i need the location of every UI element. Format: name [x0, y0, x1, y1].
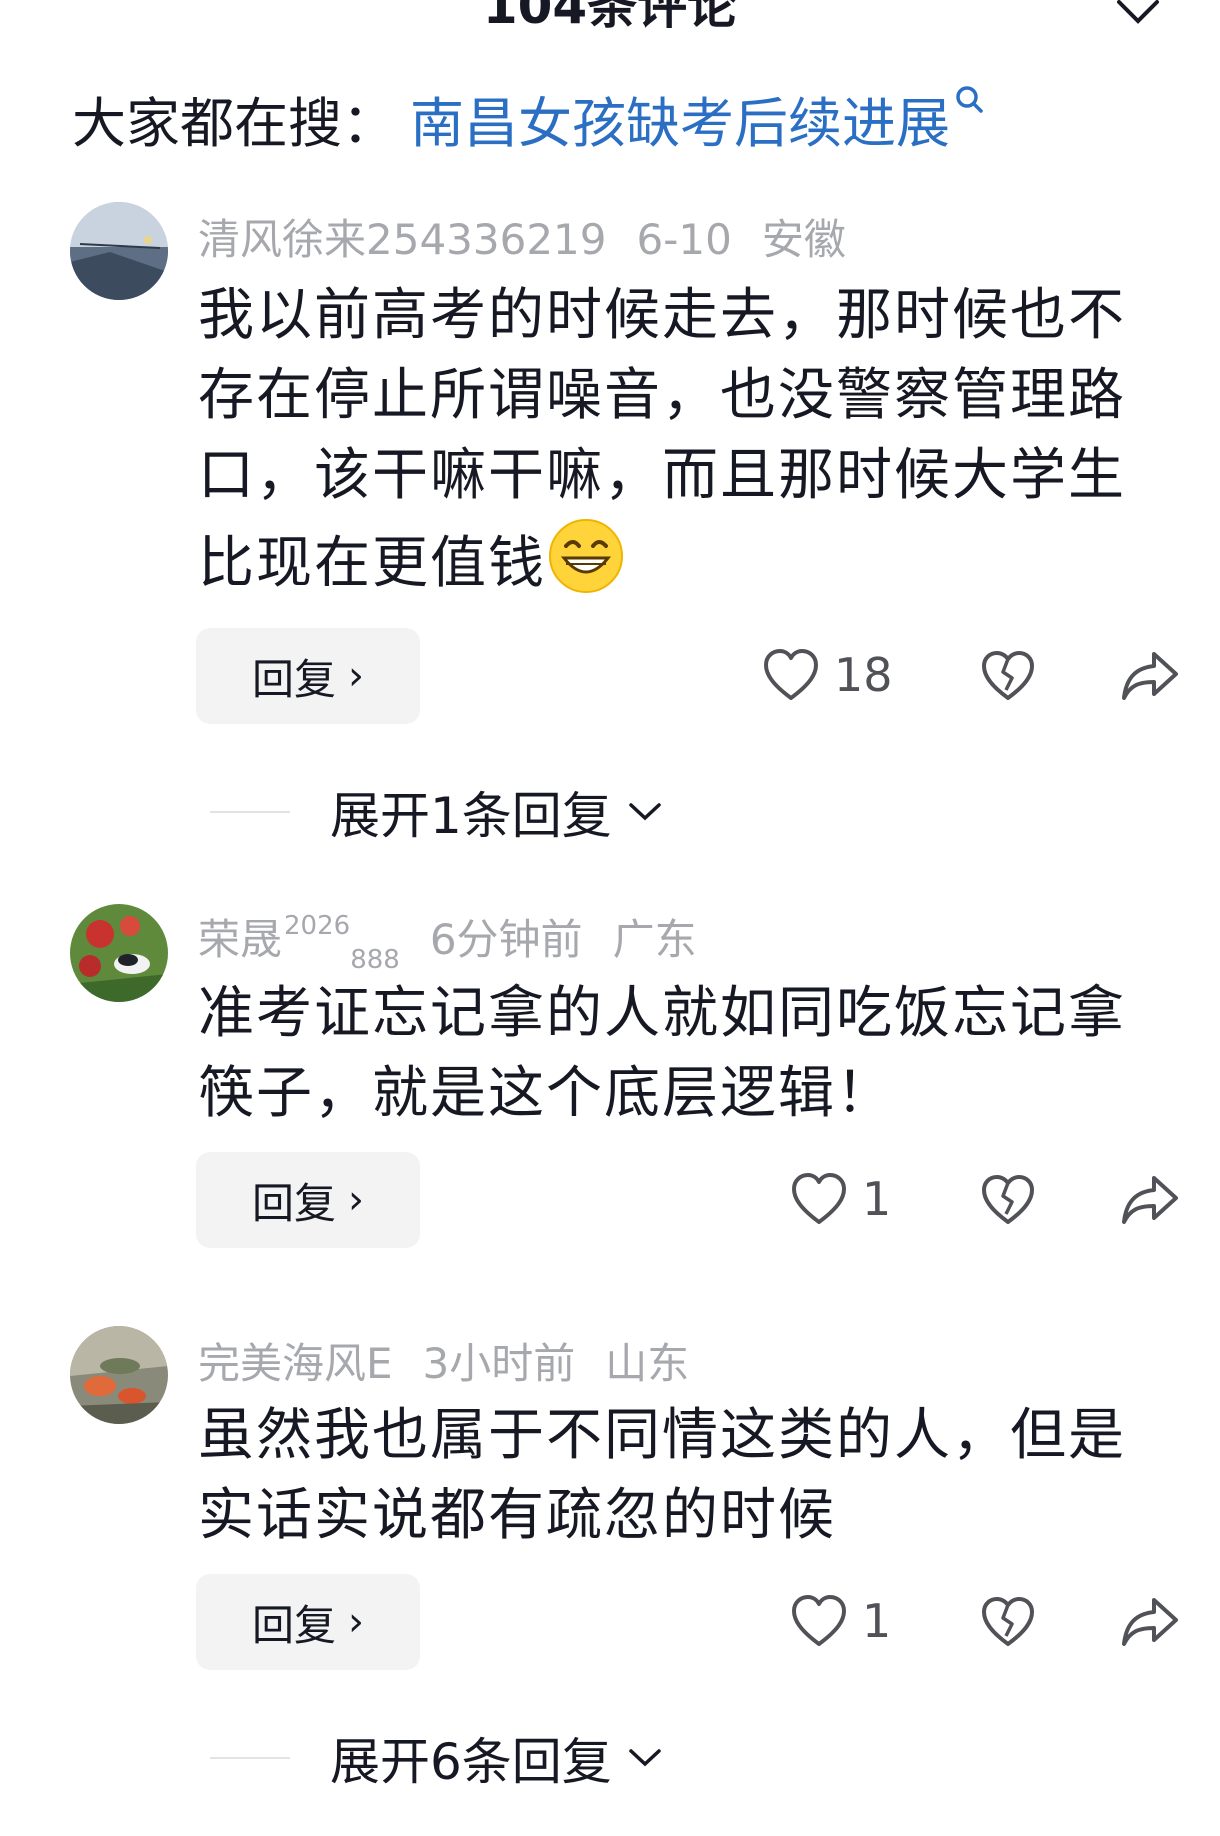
share-button[interactable] — [1120, 1172, 1180, 1232]
expand-replies-button[interactable]: 展开6条回复 — [210, 1722, 662, 1794]
username[interactable]: 清风徐来254336219 — [198, 206, 607, 267]
comment-location: 山东 — [605, 1339, 690, 1388]
dislike-button[interactable] — [980, 648, 1036, 708]
heart-outline-icon — [764, 649, 818, 700]
comment-text: 我以前高考的时候走去，那时候也不存在停止所谓噪音，也没警察管理路口，该干嘛干嘛，… — [198, 276, 1148, 604]
share-arrow-icon — [1122, 1598, 1178, 1646]
comment-location: 广东 — [612, 915, 697, 964]
comment-text: 虽然我也属于不同情这类的人，但是实话实说都有疏忽的时候 — [198, 1403, 1126, 1548]
comment-location: 安徽 — [761, 215, 846, 264]
comment-time: 3小时前 — [422, 1339, 576, 1388]
chevron-down-icon — [629, 1749, 661, 1767]
like-button[interactable]: 1 — [790, 1592, 891, 1650]
comment-meta: 清风徐来254336219 6-10 安徽 — [198, 206, 876, 267]
close-button[interactable] — [1110, 0, 1166, 30]
expand-replies-label: 展开6条回复 — [330, 1733, 612, 1791]
comment-text-content: 我以前高考的时候走去，那时候也不存在停止所谓噪音，也没警察管理路口，该干嘛干嘛，… — [198, 283, 1126, 596]
divider-line — [210, 1757, 290, 1759]
heart-outline-icon — [792, 1173, 846, 1224]
broken-heart-icon — [982, 1597, 1034, 1646]
divider-line — [210, 811, 290, 813]
dislike-button[interactable] — [980, 1594, 1036, 1654]
grinning-emoji-icon — [549, 519, 623, 593]
comment-time: 6-10 — [636, 215, 732, 264]
comment-time: 6分钟前 — [429, 915, 583, 964]
avatar[interactable] — [70, 202, 168, 300]
username-subscript: 888 — [350, 945, 400, 975]
like-count: 18 — [834, 648, 893, 702]
share-arrow-icon — [1122, 652, 1178, 700]
username[interactable]: 完美海风E — [198, 1330, 393, 1391]
heart-outline-icon — [792, 1595, 846, 1646]
username-text: 荣晟 — [198, 915, 283, 964]
chevron-down-icon — [629, 803, 661, 821]
like-count: 1 — [862, 1172, 892, 1226]
search-suggestion-link[interactable]: 南昌女孩缺考后续进展 — [410, 79, 950, 158]
close-icon — [1117, 0, 1159, 24]
avatar[interactable] — [70, 1326, 168, 1424]
dislike-button[interactable] — [980, 1172, 1036, 1232]
like-button[interactable]: 1 — [790, 1170, 891, 1228]
like-button[interactable]: 18 — [762, 646, 893, 704]
broken-heart-icon — [982, 651, 1034, 700]
share-arrow-icon — [1122, 1176, 1178, 1224]
comment-actions: 18 — [0, 628, 1220, 724]
search-icon[interactable] — [954, 84, 984, 124]
comment-meta: 荣晟2026 888 6分钟前 广东 — [198, 906, 727, 975]
comments-header: 104条评论 — [0, 0, 1220, 50]
search-prefix-label: 大家都在搜： — [72, 91, 396, 155]
comment-actions: 1 — [0, 1574, 1220, 1670]
broken-heart-icon — [982, 1175, 1034, 1224]
expand-replies-label: 展开1条回复 — [330, 787, 612, 845]
comment-actions: 1 — [0, 1152, 1220, 1248]
username[interactable]: 荣晟2026 888 — [198, 906, 400, 975]
share-button[interactable] — [1120, 648, 1180, 708]
username-superscript: 2026 — [284, 911, 351, 941]
like-count: 1 — [862, 1594, 892, 1648]
comment-meta: 完美海风E 3小时前 山东 — [198, 1330, 719, 1391]
comment-text: 准考证忘记拿的人就如同吃饭忘记拿筷子，就是这个底层逻辑！ — [198, 981, 1126, 1126]
expand-replies-button[interactable]: 展开1条回复 — [210, 776, 662, 848]
avatar[interactable] — [70, 904, 168, 1002]
share-button[interactable] — [1120, 1594, 1180, 1654]
search-suggestion: 大家都在搜： 南昌女孩缺考后续进展 — [72, 78, 1172, 158]
comments-count-title: 104条评论 — [482, 0, 738, 35]
